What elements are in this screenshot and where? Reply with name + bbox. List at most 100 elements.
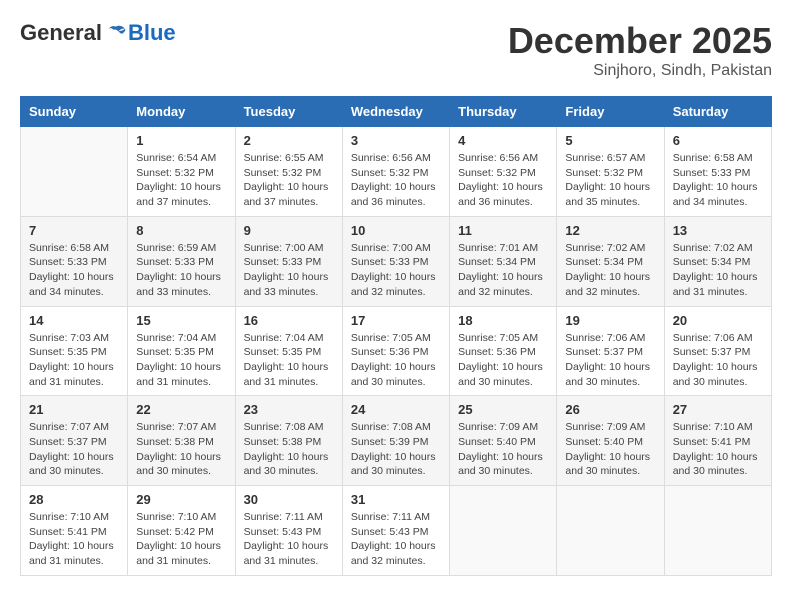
day-info: Sunrise: 7:05 AM Sunset: 5:36 PM Dayligh… (458, 331, 548, 390)
day-number: 8 (136, 223, 226, 238)
day-number: 11 (458, 223, 548, 238)
calendar-cell: 23 Sunrise: 7:08 AM Sunset: 5:38 PM Dayli… (235, 396, 342, 486)
weekday-friday: Friday (557, 97, 664, 127)
day-info: Sunrise: 7:02 AM Sunset: 5:34 PM Dayligh… (673, 241, 763, 300)
weekday-thursday: Thursday (450, 97, 557, 127)
day-info: Sunrise: 7:00 AM Sunset: 5:33 PM Dayligh… (351, 241, 441, 300)
day-number: 12 (565, 223, 655, 238)
calendar-body: 1 Sunrise: 6:54 AM Sunset: 5:32 PM Daylig… (21, 127, 772, 576)
week-row-5: 28 Sunrise: 7:10 AM Sunset: 5:41 PM Dayli… (21, 486, 772, 576)
calendar-cell: 13 Sunrise: 7:02 AM Sunset: 5:34 PM Dayli… (664, 216, 771, 306)
calendar-cell: 18Sunrise: 7:05 AM Sunset: 5:36 PM Dayli… (450, 306, 557, 396)
day-info: Sunrise: 7:06 AM Sunset: 5:37 PM Dayligh… (673, 331, 763, 390)
day-number: 15 (136, 313, 226, 328)
calendar-cell: 26Sunrise: 7:09 AM Sunset: 5:40 PM Dayli… (557, 396, 664, 486)
day-info: Sunrise: 7:08 AM Sunset: 5:39 PM Dayligh… (351, 420, 441, 479)
logo-bird-icon (104, 21, 128, 45)
day-number: 17 (351, 313, 441, 328)
month-title: December 2025 (508, 20, 772, 62)
calendar-cell: 3Sunrise: 6:56 AM Sunset: 5:32 PM Daylig… (342, 127, 449, 217)
calendar-cell (21, 127, 128, 217)
day-number: 16 (244, 313, 334, 328)
calendar-cell: 24 Sunrise: 7:08 AM Sunset: 5:39 PM Dayli… (342, 396, 449, 486)
calendar-cell: 4Sunrise: 6:56 AM Sunset: 5:32 PM Daylig… (450, 127, 557, 217)
day-info: Sunrise: 6:59 AM Sunset: 5:33 PM Dayligh… (136, 241, 226, 300)
day-number: 13 (673, 223, 763, 238)
location-title: Sinjhoro, Sindh, Pakistan (508, 62, 772, 80)
day-number: 27 (673, 402, 763, 417)
calendar-cell: 12 Sunrise: 7:02 AM Sunset: 5:34 PM Dayli… (557, 216, 664, 306)
day-info: Sunrise: 7:02 AM Sunset: 5:34 PM Dayligh… (565, 241, 655, 300)
calendar-cell: 30Sunrise: 7:11 AM Sunset: 5:43 PM Dayli… (235, 486, 342, 576)
calendar-cell: 16 Sunrise: 7:04 AM Sunset: 5:35 PM Dayli… (235, 306, 342, 396)
day-number: 20 (673, 313, 763, 328)
day-info: Sunrise: 7:04 AM Sunset: 5:35 PM Dayligh… (244, 331, 334, 390)
logo-blue-text: Blue (128, 20, 176, 46)
logo-general-text: General (20, 20, 102, 46)
day-info: Sunrise: 6:58 AM Sunset: 5:33 PM Dayligh… (673, 151, 763, 210)
day-number: 23 (244, 402, 334, 417)
calendar-cell: 11 Sunrise: 7:01 AM Sunset: 5:34 PM Dayli… (450, 216, 557, 306)
day-number: 29 (136, 492, 226, 507)
day-info: Sunrise: 7:10 AM Sunset: 5:41 PM Dayligh… (29, 510, 119, 569)
day-info: Sunrise: 7:10 AM Sunset: 5:41 PM Dayligh… (673, 420, 763, 479)
day-info: Sunrise: 7:04 AM Sunset: 5:35 PM Dayligh… (136, 331, 226, 390)
calendar-cell: 25 Sunrise: 7:09 AM Sunset: 5:40 PM Dayli… (450, 396, 557, 486)
day-number: 5 (565, 133, 655, 148)
logo: General Blue (20, 20, 176, 46)
week-row-1: 1 Sunrise: 6:54 AM Sunset: 5:32 PM Daylig… (21, 127, 772, 217)
day-number: 21 (29, 402, 119, 417)
calendar-table: SundayMondayTuesdayWednesdayThursdayFrid… (20, 96, 772, 576)
weekday-header-row: SundayMondayTuesdayWednesdayThursdayFrid… (21, 97, 772, 127)
day-info: Sunrise: 7:08 AM Sunset: 5:38 PM Dayligh… (244, 420, 334, 479)
calendar-cell (557, 486, 664, 576)
day-info: Sunrise: 7:05 AM Sunset: 5:36 PM Dayligh… (351, 331, 441, 390)
day-info: Sunrise: 7:07 AM Sunset: 5:38 PM Dayligh… (136, 420, 226, 479)
calendar-cell: 20 Sunrise: 7:06 AM Sunset: 5:37 PM Dayli… (664, 306, 771, 396)
day-number: 24 (351, 402, 441, 417)
calendar-cell: 17 Sunrise: 7:05 AM Sunset: 5:36 PM Dayli… (342, 306, 449, 396)
calendar-cell: 28 Sunrise: 7:10 AM Sunset: 5:41 PM Dayli… (21, 486, 128, 576)
day-number: 25 (458, 402, 548, 417)
title-section: December 2025 Sinjhoro, Sindh, Pakistan (508, 20, 772, 80)
day-info: Sunrise: 6:54 AM Sunset: 5:32 PM Dayligh… (136, 151, 226, 210)
calendar-cell: 2 Sunrise: 6:55 AM Sunset: 5:32 PM Daylig… (235, 127, 342, 217)
day-number: 2 (244, 133, 334, 148)
day-info: Sunrise: 6:58 AM Sunset: 5:33 PM Dayligh… (29, 241, 119, 300)
calendar-cell: 8 Sunrise: 6:59 AM Sunset: 5:33 PM Daylig… (128, 216, 235, 306)
day-info: Sunrise: 6:56 AM Sunset: 5:32 PM Dayligh… (351, 151, 441, 210)
calendar-cell: 9Sunrise: 7:00 AM Sunset: 5:33 PM Daylig… (235, 216, 342, 306)
weekday-monday: Monday (128, 97, 235, 127)
day-info: Sunrise: 6:55 AM Sunset: 5:32 PM Dayligh… (244, 151, 334, 210)
day-info: Sunrise: 7:01 AM Sunset: 5:34 PM Dayligh… (458, 241, 548, 300)
week-row-2: 7Sunrise: 6:58 AM Sunset: 5:33 PM Daylig… (21, 216, 772, 306)
calendar-cell: 22 Sunrise: 7:07 AM Sunset: 5:38 PM Dayli… (128, 396, 235, 486)
weekday-wednesday: Wednesday (342, 97, 449, 127)
calendar-cell: 5 Sunrise: 6:57 AM Sunset: 5:32 PM Daylig… (557, 127, 664, 217)
calendar-cell: 6Sunrise: 6:58 AM Sunset: 5:33 PM Daylig… (664, 127, 771, 217)
day-info: Sunrise: 7:06 AM Sunset: 5:37 PM Dayligh… (565, 331, 655, 390)
calendar-cell: 19Sunrise: 7:06 AM Sunset: 5:37 PM Dayli… (557, 306, 664, 396)
day-info: Sunrise: 7:03 AM Sunset: 5:35 PM Dayligh… (29, 331, 119, 390)
day-info: Sunrise: 7:10 AM Sunset: 5:42 PM Dayligh… (136, 510, 226, 569)
day-number: 4 (458, 133, 548, 148)
calendar-cell: 14Sunrise: 7:03 AM Sunset: 5:35 PM Dayli… (21, 306, 128, 396)
day-number: 22 (136, 402, 226, 417)
weekday-saturday: Saturday (664, 97, 771, 127)
week-row-4: 21 Sunrise: 7:07 AM Sunset: 5:37 PM Dayli… (21, 396, 772, 486)
header: General Blue December 2025 Sinjhoro, Sin… (20, 20, 772, 80)
calendar-cell: 31Sunrise: 7:11 AM Sunset: 5:43 PM Dayli… (342, 486, 449, 576)
day-number: 1 (136, 133, 226, 148)
day-info: Sunrise: 7:09 AM Sunset: 5:40 PM Dayligh… (458, 420, 548, 479)
day-number: 9 (244, 223, 334, 238)
calendar-cell: 7Sunrise: 6:58 AM Sunset: 5:33 PM Daylig… (21, 216, 128, 306)
calendar-cell (450, 486, 557, 576)
week-row-3: 14Sunrise: 7:03 AM Sunset: 5:35 PM Dayli… (21, 306, 772, 396)
day-number: 28 (29, 492, 119, 507)
day-info: Sunrise: 6:57 AM Sunset: 5:32 PM Dayligh… (565, 151, 655, 210)
calendar-cell: 15 Sunrise: 7:04 AM Sunset: 5:35 PM Dayli… (128, 306, 235, 396)
day-number: 30 (244, 492, 334, 507)
day-info: Sunrise: 7:07 AM Sunset: 5:37 PM Dayligh… (29, 420, 119, 479)
day-number: 26 (565, 402, 655, 417)
day-number: 31 (351, 492, 441, 507)
